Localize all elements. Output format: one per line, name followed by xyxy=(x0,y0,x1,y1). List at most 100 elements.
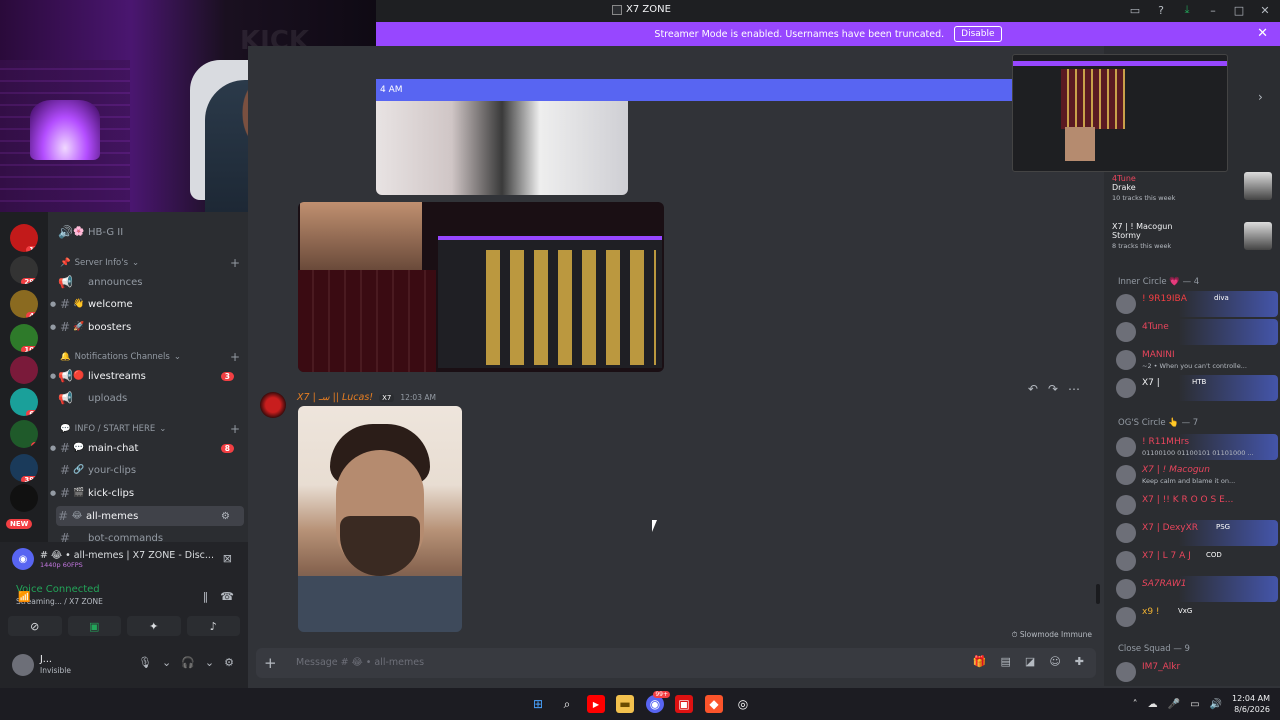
add-channel-icon[interactable]: + xyxy=(230,422,240,436)
search-icon[interactable]: ⌕ xyxy=(558,695,576,713)
minimize-icon[interactable]: – xyxy=(1206,3,1220,17)
sticker-icon[interactable]: ◪ xyxy=(1025,655,1035,668)
channel-boosters[interactable]: ● # 🚀 boosters xyxy=(48,317,244,337)
member-row[interactable]: 4Tune xyxy=(1112,319,1278,345)
close-banner-icon[interactable]: ✕ xyxy=(1257,26,1268,41)
server-icon-7[interactable]: 3 xyxy=(10,420,38,448)
app-icon[interactable]: ▣ xyxy=(675,695,693,713)
soundboard-button[interactable]: ♪ xyxy=(186,616,240,636)
add-channel-icon[interactable]: + xyxy=(230,350,240,364)
member-group-header[interactable]: Inner Circle 💗 — 4 xyxy=(1118,277,1199,287)
member-row[interactable]: SA7RAW1 xyxy=(1112,576,1278,602)
emoji-icon[interactable]: ☺ xyxy=(1049,655,1060,668)
message-header: X7 | سـ || Lucas! X7 12:03 AM xyxy=(297,392,436,403)
disconnect-icon[interactable]: ☎ xyxy=(220,590,234,603)
apps-icon[interactable]: ✚ xyxy=(1075,655,1084,668)
image-attachment[interactable] xyxy=(376,101,628,195)
category-server-infos[interactable]: 📌 Server Info's ⌄ + xyxy=(60,256,240,270)
member-group-header[interactable]: Close Squad — 9 xyxy=(1118,644,1190,654)
server-icon-8[interactable]: 395 xyxy=(10,454,38,482)
scrollbar[interactable] xyxy=(1096,584,1100,604)
channel-main-chat[interactable]: ● # 💬 main-chat 8 xyxy=(48,438,244,458)
image-attachment[interactable] xyxy=(298,202,664,372)
member-row[interactable]: ! R11MHrs 01100100 01100101 01101000 ... xyxy=(1112,434,1278,460)
new-messages-time: 4 AM xyxy=(380,85,403,95)
gif-icon[interactable]: ▤ xyxy=(1001,655,1011,668)
member-row[interactable]: MANINI ~2 • When you can't controlle... xyxy=(1112,347,1278,373)
chevron-right-icon[interactable]: › xyxy=(1258,90,1263,104)
close-window-icon[interactable]: ✕ xyxy=(1258,3,1272,17)
more-icon[interactable]: ⋯ xyxy=(1068,382,1080,396)
stream-preview[interactable] xyxy=(1012,54,1228,172)
server-icon-3[interactable]: 48 xyxy=(10,290,38,318)
channel-livestreams[interactable]: ● 📢 🔴 livestreams 3 xyxy=(48,366,244,386)
microphone-icon[interactable]: 🎙 xyxy=(138,656,152,669)
add-channel-icon[interactable]: + xyxy=(230,256,240,270)
member-row[interactable]: X7 | HTB xyxy=(1112,375,1278,401)
category-notifications[interactable]: 🔔 Notifications Channels ⌄ + xyxy=(60,350,240,364)
channel-welcome[interactable]: ● # 👋 welcome xyxy=(48,294,244,314)
gift-icon[interactable]: 🎁 xyxy=(973,655,987,668)
avatar[interactable] xyxy=(12,654,34,676)
gear-icon[interactable]: ⚙ xyxy=(224,656,234,669)
new-messages-bar[interactable]: 4 AM M xyxy=(376,79,1024,101)
obs-icon[interactable]: ◎ xyxy=(734,695,752,713)
chevron-down-icon[interactable]: ⌄ xyxy=(162,656,171,669)
settings-icon[interactable]: ⚙ xyxy=(217,511,234,522)
message-input[interactable]: + Message # 😂 • all-memes 🎁 ▤ ◪ ☺ ✚ xyxy=(256,648,1096,678)
member-row[interactable]: ! 9R19IBA diva xyxy=(1112,291,1278,317)
server-icon-6[interactable]: 66 xyxy=(10,388,38,416)
camera-off-button[interactable]: ⊘ xyxy=(8,616,62,636)
download-icon[interactable]: ⤓ xyxy=(1180,3,1194,17)
member-row[interactable]: X7 | ! Macogun Keep calm and blame it on.… xyxy=(1112,462,1278,488)
author-avatar[interactable] xyxy=(260,392,286,418)
channel-your-clips[interactable]: # 🔗 your-clips xyxy=(48,460,244,480)
help-icon[interactable]: ? xyxy=(1154,3,1168,17)
volume-icon[interactable]: 🔊 xyxy=(1210,699,1222,710)
channel-bot-commands[interactable]: # bot-commands xyxy=(48,528,244,542)
activities-button[interactable]: ✦ xyxy=(127,616,181,636)
member-row[interactable]: X7 | DexyXR PSG xyxy=(1112,520,1278,546)
member-row[interactable]: IM7_Alkr xyxy=(1112,659,1278,685)
noise-suppression-icon[interactable]: ‖ xyxy=(203,590,209,603)
category-info[interactable]: 💬 INFO / START HERE ⌄ + xyxy=(60,422,240,436)
stop-stream-icon[interactable]: ⊠ xyxy=(223,552,232,565)
headphones-icon[interactable]: 🎧 xyxy=(181,656,195,669)
image-attachment[interactable] xyxy=(298,406,462,632)
member-row[interactable]: X7 | L 7 A J COD xyxy=(1112,548,1278,574)
screen-share-button[interactable]: ▣ xyxy=(67,616,121,636)
youtube-icon[interactable]: ▶ xyxy=(587,695,605,713)
reply-icon[interactable]: ↶ xyxy=(1028,382,1038,396)
server-icon-1[interactable]: 14 xyxy=(10,224,38,252)
channel-announces[interactable]: 📢 announces xyxy=(48,272,244,292)
discord-icon[interactable]: ◉ 99+ xyxy=(646,691,670,713)
author-name[interactable]: X7 | سـ || Lucas! xyxy=(297,392,373,403)
forward-icon[interactable]: ↷ xyxy=(1048,382,1058,396)
add-attachment-icon[interactable]: + xyxy=(264,654,277,672)
channel-voice[interactable]: 🔊 🌸 HB-G II xyxy=(48,222,244,242)
server-icon-5[interactable] xyxy=(10,356,38,384)
maximize-icon[interactable]: □ xyxy=(1232,3,1246,17)
member-group-header[interactable]: OG'S Circle 👆 — 7 xyxy=(1118,418,1198,428)
cloud-icon[interactable]: ☁ xyxy=(1148,699,1158,710)
server-icon-4[interactable]: 107 xyxy=(10,324,38,352)
start-icon[interactable]: ⊞ xyxy=(529,695,547,713)
member-row[interactable]: x9 ! VxG xyxy=(1112,604,1278,630)
member-tag: diva xyxy=(1214,294,1229,302)
channel-uploads[interactable]: 📢 uploads xyxy=(48,388,244,408)
disable-streamer-mode-button[interactable]: Disable xyxy=(954,26,1002,42)
mic-icon[interactable]: 🎤 xyxy=(1168,699,1180,710)
channel-kick-clips[interactable]: ● # 🎬 kick-clips xyxy=(48,483,244,503)
folder-icon[interactable]: ▬ xyxy=(616,695,634,713)
server-icon-2[interactable]: 296 xyxy=(10,256,38,284)
chevron-down-icon[interactable]: ⌄ xyxy=(205,656,214,669)
brave-icon[interactable]: ◆ xyxy=(705,695,723,713)
clock[interactable]: 12:04 AM 8/6/2026 xyxy=(1232,693,1270,715)
member-row[interactable]: X7 | !! K R O O S E... xyxy=(1112,492,1278,518)
monitor-icon[interactable]: ▭ xyxy=(1190,699,1199,710)
inbox-icon[interactable]: ▭ xyxy=(1128,3,1142,17)
channel-all-memes[interactable]: # 😂 all-memes ⚙ xyxy=(56,506,244,526)
username[interactable]: J... xyxy=(40,654,52,665)
chevron-up-icon[interactable]: ˄ xyxy=(1133,699,1138,710)
server-icon-9[interactable] xyxy=(10,484,38,512)
